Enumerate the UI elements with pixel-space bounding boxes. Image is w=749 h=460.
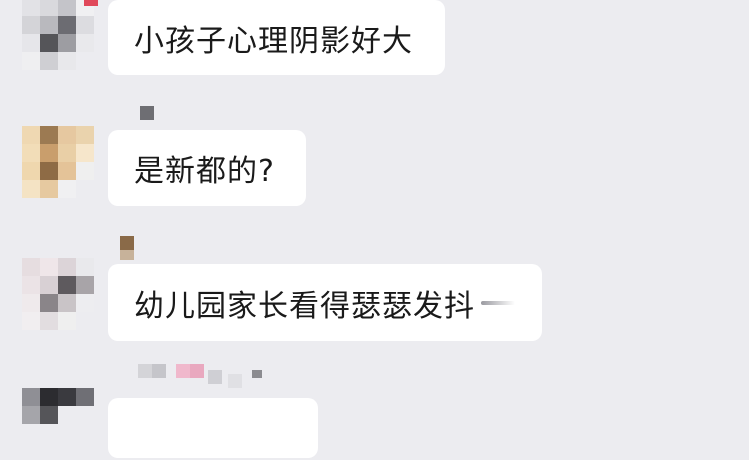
message-bubble[interactable] bbox=[108, 398, 318, 458]
sender-avatar-blurred[interactable] bbox=[22, 126, 100, 198]
message-bubble[interactable]: 是新都的? bbox=[108, 130, 306, 206]
sender-name-blurred bbox=[118, 364, 288, 388]
message-bubble[interactable]: 小孩子心理阴影好大 bbox=[108, 0, 445, 75]
sender-name-blurred bbox=[118, 236, 158, 260]
blur-smudge bbox=[481, 300, 515, 305]
sender-avatar-blurred[interactable] bbox=[22, 388, 100, 460]
message-text: 是新都的? bbox=[134, 154, 275, 189]
message-bubble[interactable]: 幼儿园家长看得瑟瑟发抖 bbox=[108, 264, 542, 341]
sender-avatar-blurred[interactable] bbox=[22, 258, 100, 330]
message-text: 幼儿园家长看得瑟瑟发抖 bbox=[134, 288, 475, 324]
sender-name-blurred bbox=[118, 106, 158, 126]
sender-avatar-blurred[interactable] bbox=[22, 0, 100, 70]
message-text: 小孩子心理阴影好大 bbox=[134, 23, 413, 59]
chat-thread: 小孩子心理阴影好大 是新都的? 幼儿园家长看得瑟瑟发抖 bbox=[0, 0, 749, 458]
